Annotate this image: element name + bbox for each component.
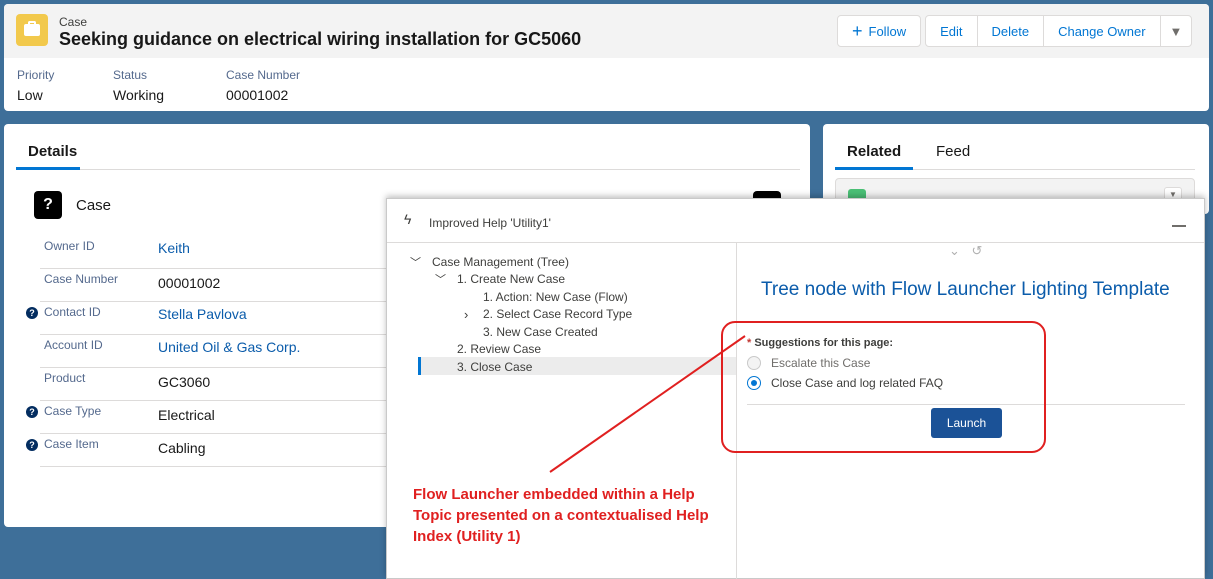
utility-title: Improved Help 'Utility1' [429,216,551,230]
field-label: Account ID [44,338,103,352]
field-case-number: Case Number 00001002 [40,269,400,302]
utility-header: ϟ Improved Help 'Utility1' [387,199,1204,243]
info-icon[interactable]: ? [26,439,38,451]
highlight-status: Status Working [113,68,164,103]
details-tabbar: Details [16,124,800,170]
section-header[interactable]: ? Case [34,191,111,219]
field-value: Cabling [158,440,206,456]
contact-link[interactable]: Stella Pavlova [158,306,247,322]
tab-details[interactable]: Details [28,143,77,160]
tree-node-select-record-type[interactable]: 2. Select Case Record Type [483,307,632,321]
question-icon: ? [34,191,62,219]
highlight-label: Case Number [226,68,301,82]
info-icon[interactable]: ? [26,307,38,319]
field-value: Electrical [158,407,215,423]
field-label: Case Item [44,437,99,451]
briefcase-icon [16,14,48,46]
delete-button[interactable]: Delete [976,15,1045,47]
related-tabbar: Related Feed [835,124,1195,170]
tree-node-review-case[interactable]: 2. Review Case [457,342,541,356]
tree-node-new-case-created[interactable]: 3. New Case Created [483,325,598,339]
field-owner-id: Owner ID Keith [40,236,400,269]
help-topic-title: Tree node with Flow Launcher Lighting Te… [761,279,1170,300]
highlight-priority: Priority Low [17,68,54,103]
record-header-top: Case Seeking guidance on electrical wiri… [4,4,1209,58]
highlight-label: Status [113,68,148,82]
annotation-highlight-box [721,321,1046,453]
field-label: Case Type [44,404,102,418]
field-account-id: Account ID United Oil & Gas Corp. [40,335,400,368]
tree-node-close-case[interactable]: 3. Close Case [457,360,532,374]
active-tab-indicator [835,167,913,170]
highlight-value: Working [113,87,165,103]
tab-feed[interactable]: Feed [936,143,970,160]
tree-node-action-new-case[interactable]: 1. Action: New Case (Flow) [483,290,628,304]
info-icon[interactable]: ? [26,406,38,418]
refresh-icon[interactable]: ↺ [972,243,983,258]
field-label: Owner ID [44,239,95,253]
chevron-down-icon[interactable]: ﹀ [435,271,446,287]
lightning-bolt-icon: ϟ [404,211,412,227]
highlight-label: Priority [17,68,55,82]
more-actions-button[interactable]: ▼ [1159,15,1193,47]
object-label: Case [59,15,88,29]
edit-button[interactable]: Edit [925,15,978,47]
page-title: Seeking guidance on electrical wiring in… [59,29,582,49]
field-label: Contact ID [44,305,101,319]
highlight-value: 00001002 [226,87,289,103]
minimize-icon[interactable] [1172,225,1186,227]
follow-button[interactable]: + Follow [837,15,922,47]
field-value: 00001002 [158,275,221,291]
account-link[interactable]: United Oil & Gas Corp. [158,339,300,355]
topic-controls: ⌄ ↺ [949,243,982,259]
field-value: GC3060 [158,374,211,390]
record-header: Case Seeking guidance on electrical wiri… [4,4,1209,111]
chevron-down-icon[interactable]: ⌄ [949,243,960,258]
owner-link[interactable]: Keith [158,240,190,256]
tab-related[interactable]: Related [847,143,901,160]
chevron-down-icon: ▼ [1169,23,1183,39]
plus-icon: + [852,21,863,41]
field-contact-id: ? Contact ID Stella Pavlova [26,302,400,335]
highlight-value: Low [17,87,43,103]
follow-label: Follow [868,23,907,39]
highlight-case-number: Case Number 00001002 [226,68,300,103]
active-tab-indicator [16,167,80,170]
section-title: Case [76,196,112,214]
chevron-down-icon[interactable]: ﹀ [410,254,421,270]
tree-node-create-case[interactable]: 1. Create New Case [457,272,565,286]
field-label: Case Number [44,272,119,286]
tree-node-root[interactable]: Case Management (Tree) [432,255,569,269]
header-actions: + Follow Edit Delete Change Owner ▼ [837,15,1193,47]
field-case-item: ? Case Item Cabling [26,434,400,467]
field-case-type: ? Case Type Electrical [26,401,400,434]
chevron-right-icon[interactable]: › [464,307,468,322]
change-owner-button[interactable]: Change Owner [1043,15,1161,47]
field-product: Product GC3060 [40,368,400,401]
annotation-text: Flow Launcher embedded within a Help Top… [413,486,709,545]
field-label: Product [44,371,86,385]
